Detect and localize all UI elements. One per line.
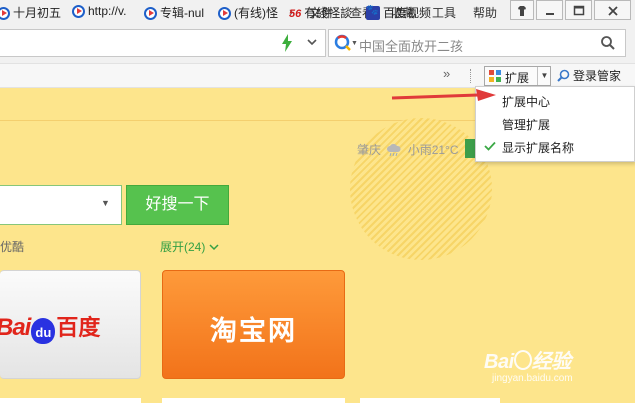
- search-submit-button[interactable]: 好搜一下: [126, 185, 229, 225]
- partial-hot-link[interactable]: 优酷: [0, 238, 24, 255]
- close-icon: [595, 1, 630, 19]
- video-icon: [218, 7, 231, 20]
- search-icon[interactable]: [600, 35, 616, 51]
- bookmark-label: 百度视频: [383, 6, 432, 20]
- baidu-paw-icon: du: [31, 318, 56, 344]
- extensions-menu: 扩展中心 管理扩展 显示扩展名称: [475, 86, 635, 162]
- skin-icon: [511, 1, 533, 19]
- menu-item-extension-center[interactable]: 扩展中心: [476, 89, 634, 112]
- bookmark-item[interactable]: (有线)怪: [218, 4, 278, 20]
- menu-item-label: 扩展中心: [502, 95, 551, 109]
- extensions-grid-icon: [489, 70, 501, 82]
- menu-item-help[interactable]: 帮助: [473, 4, 497, 21]
- bookmark-item[interactable]: 56 有綫怪談: [289, 4, 352, 20]
- weather-city: 肇庆: [357, 143, 382, 157]
- bookmark-label: (有线)怪: [234, 6, 278, 20]
- site-tile-taobao[interactable]: 淘宝网: [162, 270, 345, 379]
- minimize-button[interactable]: [536, 0, 563, 20]
- url-dropdown-icon[interactable]: [306, 35, 318, 52]
- site-tile-baidu[interactable]: Baidu百度: [0, 270, 141, 379]
- search-engine-dropdown-icon[interactable]: ▼: [351, 40, 358, 47]
- maximize-button[interactable]: [565, 0, 592, 20]
- maximize-icon: [566, 1, 591, 19]
- extensions-label: 扩展: [505, 71, 530, 85]
- page-search-input[interactable]: ▼: [0, 185, 122, 225]
- url-input[interactable]: [0, 29, 326, 57]
- video-icon: [72, 5, 85, 18]
- login-manager-label: 登录管家: [573, 69, 622, 83]
- skin-button[interactable]: [510, 0, 534, 20]
- expand-label: 展开(24): [160, 240, 206, 254]
- 56-icon: 56: [289, 8, 302, 20]
- menu-item-label: 管理扩展: [502, 118, 551, 132]
- baidu-jingyan-watermark: Bai 经验 jingyan.baidu.com: [484, 350, 573, 384]
- search-placeholder: 中国全面放开二孩: [359, 39, 464, 54]
- bookmark-label: 专辑-nul: [160, 6, 205, 20]
- search-engine-icon[interactable]: [334, 34, 352, 52]
- menu-item-manage-extensions[interactable]: 管理扩展: [476, 112, 634, 135]
- video-icon: [144, 7, 157, 20]
- watermark-url: jingyan.baidu.com: [492, 373, 573, 384]
- bookmark-item[interactable]: 百度视频: [366, 4, 431, 20]
- watermark-text: 经验: [531, 351, 572, 373]
- paw-icon: [513, 350, 532, 370]
- rain-cloud-icon: [387, 144, 401, 156]
- video-icon: [0, 7, 10, 20]
- key-search-icon: [557, 69, 570, 82]
- minimize-icon: [537, 1, 562, 19]
- extensions-dropdown-icon[interactable]: ▼: [537, 67, 551, 85]
- tile-row-strip: [0, 396, 635, 403]
- taobao-logo: 淘宝网: [210, 316, 297, 346]
- baidu-logo-text: 百度: [56, 315, 101, 340]
- address-bar-row: ▼ 中国全面放开二孩: [0, 24, 635, 64]
- bookmark-item[interactable]: 十月初五: [0, 4, 61, 20]
- speed-mode-icon[interactable]: [280, 33, 294, 53]
- close-button[interactable]: [594, 0, 631, 20]
- menu-item-label: 显示扩展名称: [502, 141, 575, 155]
- bookmark-label: http://v.: [88, 4, 127, 18]
- menu-item-show-extension-names[interactable]: 显示扩展名称: [476, 135, 634, 158]
- toolbar-separator: [470, 69, 474, 83]
- weather-widget[interactable]: 肇庆 小雨21°C: [357, 141, 459, 158]
- baidu-paw-icon: [366, 5, 380, 20]
- bookmark-label: 十月初五: [13, 6, 62, 20]
- login-manager-button[interactable]: 登录管家: [557, 67, 621, 84]
- search-input[interactable]: ▼ 中国全面放开二孩: [328, 29, 626, 57]
- bookmark-label: 有綫怪談: [304, 6, 353, 20]
- menu-item-tools[interactable]: 工具: [432, 4, 456, 21]
- bookmark-item[interactable]: 专辑-nul: [144, 4, 204, 20]
- checkmark-icon: [484, 141, 496, 151]
- bookmarks-overflow-icon[interactable]: »: [443, 66, 450, 81]
- bookmark-item[interactable]: http://v.: [72, 4, 126, 20]
- baidu-logo: Baidu百度: [0, 310, 100, 344]
- chevron-down-icon: [209, 244, 219, 251]
- page-search-dropdown-icon[interactable]: ▼: [101, 198, 110, 208]
- weather-text: 小雨21°C: [407, 143, 459, 157]
- expand-link[interactable]: 展开(24): [160, 238, 219, 255]
- extensions-button[interactable]: 扩展 ▼: [484, 66, 551, 86]
